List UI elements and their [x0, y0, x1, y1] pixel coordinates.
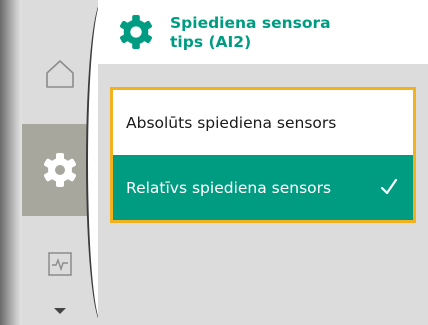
- gear-icon: [120, 14, 152, 50]
- page-title-line-2: tips (AI2): [170, 33, 252, 51]
- option-label: Absolūts spiediena sensors: [126, 113, 337, 132]
- pulse-icon: [48, 252, 72, 276]
- option-relative-sensor[interactable]: Relatīvs spiediena sensors: [113, 155, 413, 220]
- gear-icon: [44, 153, 76, 187]
- chevron-down-icon: [54, 308, 66, 314]
- option-absolute-sensor[interactable]: Absolūts spiediena sensors: [113, 90, 413, 155]
- option-list: Absolūts spiediena sensors Relatīvs spie…: [110, 87, 416, 223]
- page-title-line-1: Spiediena sensora: [170, 14, 331, 32]
- main-content: Absolūts spiediena sensors Relatīvs spie…: [98, 64, 428, 325]
- header: Spiediena sensora tips (AI2): [98, 0, 428, 64]
- home-icon: [46, 60, 74, 88]
- sidebar-item-diagnostics[interactable]: [22, 238, 98, 290]
- page-title: Spiediena sensora tips (AI2): [170, 14, 370, 52]
- option-label: Relatīvs spiediena sensors: [126, 178, 332, 197]
- checkmark-icon: [380, 178, 398, 195]
- device-bezel: [0, 0, 22, 325]
- sidebar-more[interactable]: [22, 306, 98, 325]
